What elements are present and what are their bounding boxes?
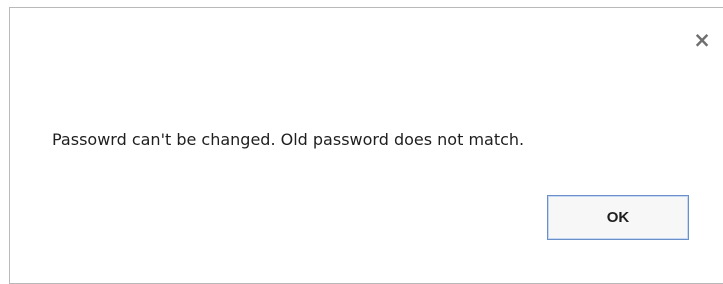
alert-dialog: × Passowrd can't be changed. Old passwor… bbox=[9, 7, 723, 284]
close-glyph: × bbox=[693, 27, 711, 52]
ok-button[interactable]: OK bbox=[547, 195, 689, 240]
dialog-title bbox=[41, 34, 481, 78]
dialog-message: Passowrd can't be changed. Old password … bbox=[52, 130, 525, 149]
close-icon[interactable]: × bbox=[692, 29, 712, 51]
